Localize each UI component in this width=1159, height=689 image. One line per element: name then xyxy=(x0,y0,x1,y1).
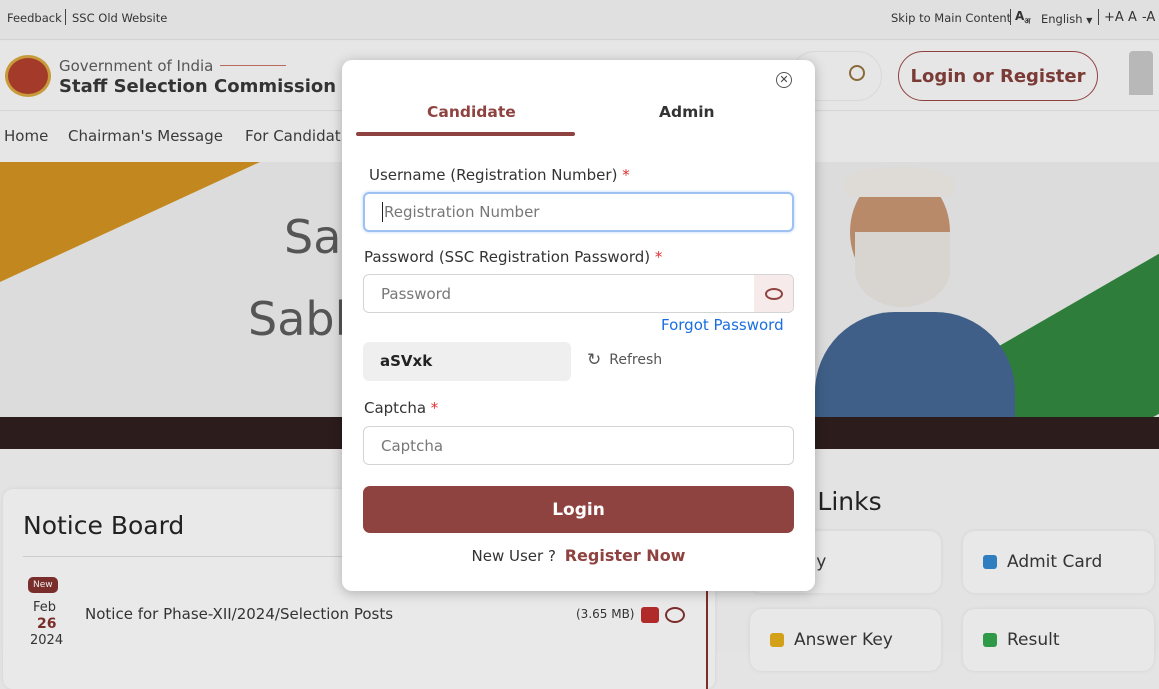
font-increase-button[interactable]: +A xyxy=(1104,10,1124,25)
username-label: Username (Registration Number) * xyxy=(369,166,630,184)
quick-link-label: Answer Key xyxy=(794,630,893,650)
pdf-icon[interactable] xyxy=(641,607,659,623)
notice-day: 26 xyxy=(37,616,57,632)
eye-icon[interactable] xyxy=(665,607,685,623)
top-utility-bar: Feedback SSC Old Website Skip to Main Co… xyxy=(0,0,1159,40)
required-mark: * xyxy=(430,399,439,417)
active-tab-indicator xyxy=(356,132,575,136)
notice-year: 2024 xyxy=(30,633,64,648)
nav-chairmans-message[interactable]: Chairman's Message xyxy=(68,127,223,145)
captcha-label: Captcha * xyxy=(364,399,438,417)
captcha-image: aSVxk xyxy=(363,342,571,381)
skip-to-main-link[interactable]: Skip to Main Content xyxy=(891,11,1011,25)
quick-link-answer-key[interactable]: Answer Key xyxy=(750,609,941,671)
refresh-label: Refresh xyxy=(609,352,663,368)
username-label-text: Username (Registration Number) xyxy=(369,166,618,184)
password-label: Password (SSC Registration Password) * xyxy=(364,248,662,266)
username-placeholder: Registration Number xyxy=(384,203,540,221)
divider xyxy=(1010,9,1011,25)
quick-link-label: Result xyxy=(1007,630,1060,650)
register-now-link[interactable]: Register Now xyxy=(565,546,686,565)
font-decrease-button[interactable]: -A xyxy=(1142,10,1155,25)
quick-link-label: Admit Card xyxy=(1007,552,1103,572)
file-size: (3.65 MB) xyxy=(576,607,635,621)
feedback-link[interactable]: Feedback xyxy=(7,11,62,25)
refresh-icon: ↻ xyxy=(587,350,602,370)
divider xyxy=(65,9,66,25)
login-button[interactable]: Login xyxy=(363,486,794,533)
decorative-line xyxy=(220,65,286,66)
nav-home[interactable]: Home xyxy=(4,127,48,145)
national-emblem xyxy=(1129,51,1153,95)
language-value: English xyxy=(1041,12,1083,26)
caret-down-icon: ▼ xyxy=(1086,16,1093,25)
tab-admin[interactable]: Admin xyxy=(659,103,715,121)
admit-card-icon xyxy=(983,555,997,569)
notice-board-title: Notice Board xyxy=(23,511,185,540)
portrait-beard xyxy=(855,232,950,307)
password-input[interactable]: Password xyxy=(363,274,794,313)
gov-label: Government of India xyxy=(59,57,214,75)
eye-icon xyxy=(764,287,783,300)
quick-link-admit-card[interactable]: Admit Card xyxy=(963,531,1154,593)
captcha-input[interactable]: Captcha xyxy=(363,426,794,465)
portrait-body xyxy=(815,312,1015,417)
result-icon xyxy=(983,633,997,647)
search-icon[interactable] xyxy=(849,65,865,81)
notice-title[interactable]: Notice for Phase-XII/2024/Selection Post… xyxy=(85,605,393,623)
portrait-hair xyxy=(845,167,955,197)
show-password-button[interactable] xyxy=(754,275,793,312)
font-normal-button[interactable]: A xyxy=(1128,10,1137,25)
register-prompt: New User ? Register Now xyxy=(342,546,815,565)
refresh-captcha-button[interactable]: ↻ Refresh xyxy=(587,350,662,370)
tab-candidate[interactable]: Candidate xyxy=(427,103,516,121)
hero-headline-1: Sa xyxy=(284,210,342,264)
login-register-button[interactable]: Login or Register xyxy=(898,51,1098,101)
captcha-placeholder: Captcha xyxy=(381,436,444,455)
captcha-label-text: Captcha xyxy=(364,399,427,417)
text-cursor xyxy=(382,202,383,222)
translate-icon: Aअ xyxy=(1015,9,1031,26)
divider xyxy=(1098,9,1099,25)
quick-link-result[interactable]: Result xyxy=(963,609,1154,671)
password-label-text: Password (SSC Registration Password) xyxy=(364,248,651,266)
captcha-code: aSVxk xyxy=(380,352,433,370)
password-placeholder: Password xyxy=(381,284,452,303)
required-mark: * xyxy=(654,248,663,266)
notice-month: Feb xyxy=(33,600,57,615)
language-select[interactable]: English ▼ xyxy=(1041,12,1092,26)
answer-key-icon xyxy=(770,633,784,647)
scrollbar[interactable] xyxy=(706,589,708,689)
old-website-link[interactable]: SSC Old Website xyxy=(72,11,167,25)
required-mark: * xyxy=(622,166,630,184)
login-modal: ✕ Candidate Admin Username (Registration… xyxy=(342,60,815,591)
hero-headline-2: Sabl xyxy=(248,292,348,346)
username-input[interactable]: Registration Number xyxy=(363,192,794,232)
ssc-logo[interactable] xyxy=(5,55,51,97)
new-user-text: New User ? xyxy=(471,547,556,565)
close-icon[interactable]: ✕ xyxy=(776,72,792,88)
green-band xyxy=(1000,218,1159,417)
new-badge: New xyxy=(28,577,58,593)
nav-for-candidates[interactable]: For Candidat xyxy=(245,127,341,145)
forgot-password-link[interactable]: Forgot Password xyxy=(661,316,784,334)
org-name: Staff Selection Commission xyxy=(59,76,337,97)
